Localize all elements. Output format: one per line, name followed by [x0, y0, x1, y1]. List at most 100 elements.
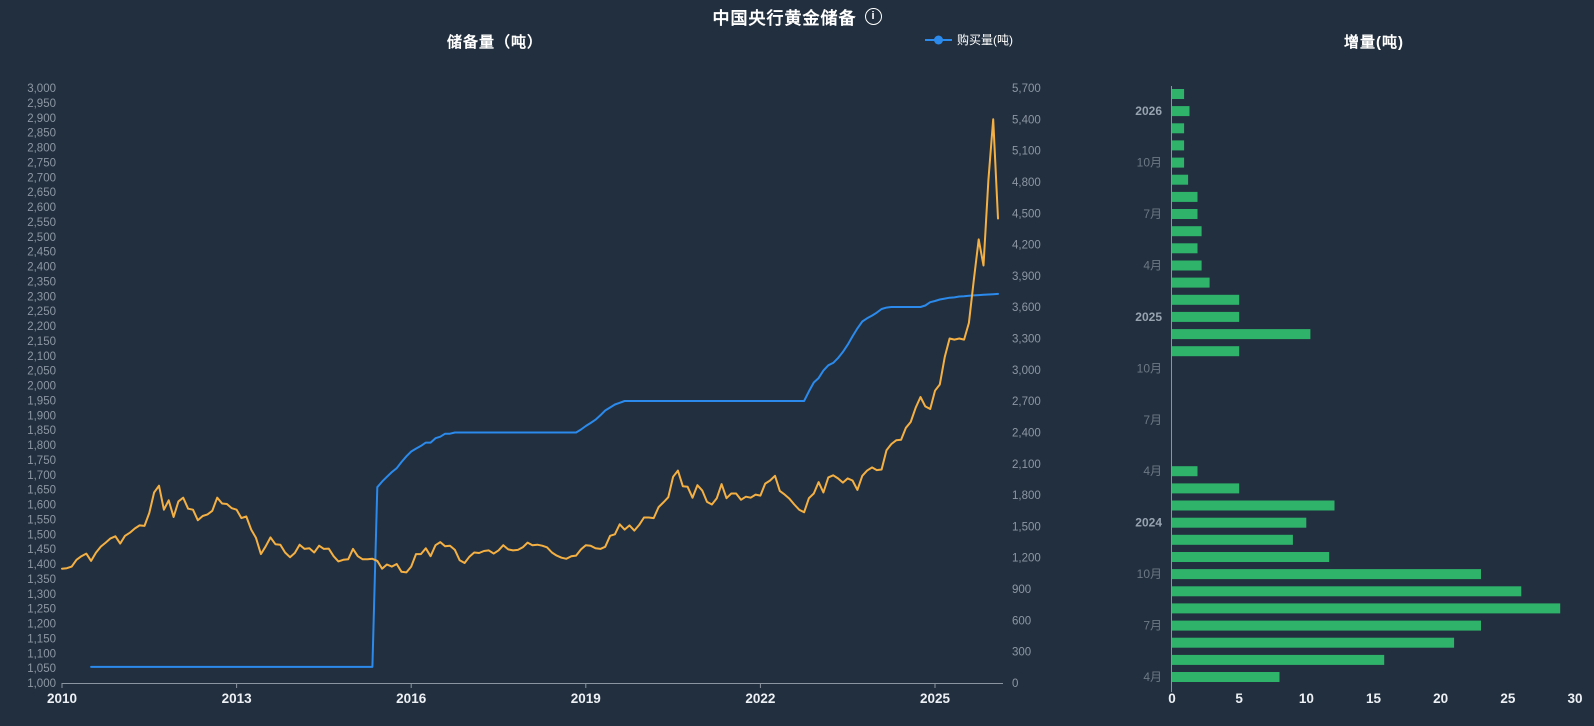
left-y-tick-label: 2,900 [27, 113, 56, 125]
left-y-tick-label: 1,300 [27, 589, 56, 601]
left-y-tick-label: 1,750 [27, 455, 56, 467]
increment-bar[interactable] [1172, 123, 1184, 133]
left-y-tick-label: 2,800 [27, 143, 56, 155]
left-y-tick-label: 1,700 [27, 470, 56, 482]
bar-x-tick-label: 15 [1366, 691, 1382, 706]
increment-bar[interactable] [1172, 140, 1184, 150]
left-y-tick-label: 1,000 [27, 678, 56, 690]
bar-month-label: 4月 [1143, 670, 1162, 684]
right-y-tick-label: 900 [1012, 584, 1031, 596]
charts-canvas[interactable]: 1,0001,0501,1001,1501,2001,2501,3001,350… [0, 0, 1594, 726]
gold-price-line[interactable] [62, 119, 998, 572]
right-y-axis: 03006009001,2001,5001,8002,1002,4002,700… [1012, 83, 1041, 690]
x-axis: 201020132016201920222025 [47, 683, 1003, 706]
increment-bar[interactable] [1172, 672, 1280, 682]
increment-bar[interactable] [1172, 278, 1210, 288]
right-y-tick-label: 3,300 [1012, 334, 1041, 346]
right-y-tick-label: 2,700 [1012, 396, 1041, 408]
increment-bar[interactable] [1172, 569, 1481, 579]
increment-bar[interactable] [1172, 158, 1184, 168]
increment-bar[interactable] [1172, 552, 1329, 562]
increment-bar[interactable] [1172, 106, 1190, 116]
purchase-volume-line[interactable] [91, 294, 998, 667]
bar-month-label: 10月 [1137, 156, 1162, 170]
left-y-tick-label: 1,350 [27, 574, 56, 586]
bar-month-label: 4月 [1143, 464, 1162, 478]
right-y-tick-label: 3,600 [1012, 302, 1041, 314]
line-series [62, 119, 998, 667]
increment-bar[interactable] [1172, 261, 1202, 271]
increment-bar[interactable] [1172, 621, 1481, 631]
increment-bar[interactable] [1172, 175, 1188, 185]
left-y-tick-label: 2,050 [27, 366, 56, 378]
bar-year-label: 2024 [1135, 516, 1162, 530]
increment-bar[interactable] [1172, 483, 1239, 493]
increment-bar[interactable] [1172, 89, 1184, 99]
bar-x-tick-label: 20 [1433, 691, 1448, 706]
left-y-axis: 1,0001,0501,1001,1501,2001,2501,3001,350… [27, 83, 56, 690]
bar-month-label: 7月 [1143, 619, 1162, 633]
bar-month-label: 7月 [1143, 413, 1162, 427]
left-y-tick-label: 1,600 [27, 500, 56, 512]
increment-bar[interactable] [1172, 295, 1239, 305]
left-y-tick-label: 2,850 [27, 128, 56, 140]
increment-bar[interactable] [1172, 655, 1384, 665]
x-axis-year-label: 2022 [745, 691, 775, 706]
bar-month-label: 4月 [1143, 259, 1162, 273]
x-axis-year-label: 2016 [396, 691, 427, 706]
increment-bar[interactable] [1172, 535, 1293, 545]
right-y-tick-label: 0 [1012, 678, 1018, 690]
left-y-tick-label: 1,400 [27, 559, 56, 571]
increment-bar[interactable] [1172, 346, 1239, 356]
left-y-tick-label: 1,800 [27, 440, 56, 452]
increment-bar[interactable] [1172, 518, 1306, 528]
bar-chart: 202610月7月4月202510月7月4月202410月7月4月0510152… [1135, 86, 1582, 706]
bar-x-tick-label: 30 [1567, 691, 1582, 706]
left-y-tick-label: 2,200 [27, 321, 56, 333]
right-y-tick-label: 1,800 [1012, 490, 1041, 502]
right-y-tick-label: 300 [1012, 647, 1031, 659]
increment-bar[interactable] [1172, 501, 1335, 511]
x-axis-year-label: 2019 [571, 691, 601, 706]
left-y-tick-label: 2,750 [27, 157, 56, 169]
left-y-tick-label: 1,150 [27, 633, 56, 645]
right-y-tick-label: 4,500 [1012, 208, 1041, 220]
increment-bar[interactable] [1172, 638, 1454, 648]
bar-month-label: 7月 [1143, 207, 1162, 221]
right-y-tick-label: 600 [1012, 615, 1031, 627]
increment-bar[interactable] [1172, 586, 1521, 596]
right-y-tick-label: 5,100 [1012, 146, 1041, 158]
left-y-tick-label: 1,850 [27, 425, 56, 437]
bar-x-tick-label: 25 [1500, 691, 1516, 706]
bar-x-tick-label: 10 [1299, 691, 1314, 706]
left-y-tick-label: 2,250 [27, 306, 56, 318]
left-y-tick-label: 2,550 [27, 217, 56, 229]
left-y-tick-label: 1,250 [27, 604, 56, 616]
increment-bar[interactable] [1172, 243, 1198, 253]
right-y-tick-label: 3,000 [1012, 365, 1041, 377]
increment-bar[interactable] [1172, 466, 1198, 476]
right-y-tick-label: 4,800 [1012, 177, 1041, 189]
increment-bar[interactable] [1172, 603, 1560, 613]
x-axis-year-label: 2013 [222, 691, 253, 706]
increment-bar[interactable] [1172, 209, 1198, 219]
left-y-tick-label: 1,650 [27, 485, 56, 497]
increment-bar[interactable] [1172, 329, 1310, 339]
bar-x-tick-label: 5 [1235, 691, 1243, 706]
increment-bar[interactable] [1172, 192, 1198, 202]
left-y-tick-label: 1,200 [27, 619, 56, 631]
right-y-tick-label: 1,200 [1012, 553, 1041, 565]
left-y-tick-label: 2,400 [27, 262, 56, 274]
increment-bar[interactable] [1172, 312, 1239, 322]
left-y-tick-label: 1,550 [27, 514, 56, 526]
bar-month-label: 10月 [1137, 361, 1162, 375]
right-y-tick-label: 5,400 [1012, 114, 1041, 126]
left-y-tick-label: 1,900 [27, 410, 56, 422]
left-y-tick-label: 1,450 [27, 544, 56, 556]
increment-bar[interactable] [1172, 226, 1202, 236]
bar-year-label: 2026 [1135, 104, 1162, 118]
left-y-tick-label: 1,500 [27, 529, 56, 541]
left-y-tick-label: 2,950 [27, 98, 56, 110]
bar-x-tick-label: 0 [1168, 691, 1176, 706]
right-y-tick-label: 2,400 [1012, 427, 1041, 439]
